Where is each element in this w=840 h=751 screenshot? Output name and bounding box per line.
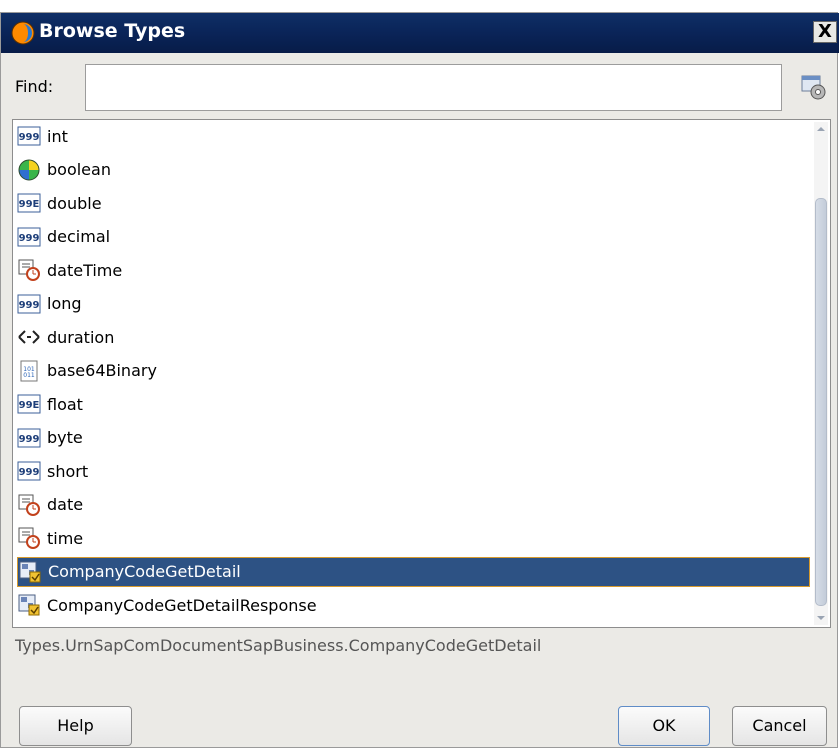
date-clock-icon bbox=[17, 526, 41, 550]
type-list-item-decimal[interactable]: 999 decimal bbox=[17, 222, 810, 252]
svg-text:999: 999 bbox=[19, 233, 40, 244]
find-label: Find: bbox=[15, 77, 54, 96]
type-list-item-label: short bbox=[47, 461, 89, 481]
selected-type-path: Types.UrnSapComDocumentSapBusiness.Compa… bbox=[15, 636, 542, 655]
svg-text:999: 999 bbox=[19, 467, 40, 478]
svg-text:99E: 99E bbox=[19, 199, 40, 210]
numeric-999-icon: 999 bbox=[17, 292, 41, 316]
boolean-ball-icon bbox=[17, 158, 41, 182]
scroll-thumb[interactable] bbox=[815, 198, 827, 606]
type-list-item-CompanyCodeGetDetailResponse[interactable]: CompanyCodeGetDetailResponse bbox=[17, 590, 810, 620]
numeric-999-icon: 999 bbox=[17, 459, 41, 483]
type-list-item-label: byte bbox=[47, 428, 83, 447]
svg-text:999: 999 bbox=[19, 132, 40, 143]
list-scrollbar[interactable] bbox=[814, 122, 828, 625]
numeric-999-icon: 999 bbox=[17, 225, 41, 249]
type-list-item-label: long bbox=[47, 294, 82, 313]
date-clock-icon bbox=[17, 493, 41, 517]
svg-text:99E: 99E bbox=[19, 400, 40, 411]
numeric-99e-icon: 99E bbox=[17, 392, 41, 416]
binary-file-icon: 101 011 bbox=[17, 359, 41, 383]
complex-type-icon bbox=[17, 593, 41, 617]
help-button[interactable]: Help bbox=[19, 706, 132, 746]
type-list-item-label: CompanyCodeGetDetail bbox=[48, 562, 241, 581]
type-list-item-double[interactable]: 99E double bbox=[17, 188, 810, 218]
browse-types-dialog: Browse Types X Find: 999 int boolean 99E dou… bbox=[0, 12, 839, 748]
type-list-item-label: boolean bbox=[47, 160, 111, 179]
type-list-item-date[interactable]: date bbox=[17, 490, 810, 520]
numeric-999-icon: 999 bbox=[17, 426, 41, 450]
window-title: Browse Types bbox=[39, 20, 186, 42]
title-bar[interactable]: Browse Types X bbox=[1, 13, 839, 53]
type-list-item-time[interactable]: time bbox=[17, 523, 810, 553]
type-list-item-dateTime[interactable]: dateTime bbox=[17, 255, 810, 285]
filter-settings-icon[interactable] bbox=[799, 73, 829, 103]
type-list-item-label: date bbox=[47, 495, 84, 514]
svg-text:999: 999 bbox=[19, 434, 40, 445]
scroll-down-icon[interactable] bbox=[814, 611, 828, 625]
complex-type-icon bbox=[18, 560, 42, 584]
close-button[interactable]: X bbox=[813, 21, 837, 43]
type-list-item-long[interactable]: 999 long bbox=[17, 289, 810, 319]
type-list-item-label: double bbox=[47, 193, 102, 213]
type-list-item-float[interactable]: 99E float bbox=[17, 389, 810, 419]
types-list[interactable]: 999 int boolean 99E double 999 decimal dateTime… bbox=[12, 119, 831, 628]
ok-button[interactable]: OK bbox=[618, 706, 710, 746]
app-logo-icon bbox=[11, 21, 35, 45]
type-list-item-label: decimal bbox=[47, 227, 111, 246]
type-list-item-label: dateTime bbox=[47, 260, 123, 280]
numeric-99e-icon: 99E bbox=[17, 191, 41, 215]
type-list-item-CompanyCodeGetDetail[interactable]: CompanyCodeGetDetail bbox=[17, 556, 810, 587]
find-input[interactable] bbox=[85, 64, 782, 111]
duration-arrows-icon bbox=[17, 325, 41, 349]
cancel-button[interactable]: Cancel bbox=[732, 706, 827, 746]
numeric-999-icon: 999 bbox=[17, 124, 41, 148]
type-list-item-boolean[interactable]: boolean bbox=[17, 155, 810, 185]
svg-text:999: 999 bbox=[19, 300, 40, 311]
type-list-item-label: float bbox=[47, 394, 83, 414]
type-list-item-int[interactable]: 999 int bbox=[17, 121, 810, 151]
type-list-item-short[interactable]: 999 short bbox=[17, 456, 810, 486]
date-clock-icon bbox=[17, 258, 41, 282]
scroll-up-icon[interactable] bbox=[814, 122, 828, 136]
type-list-item-label: duration bbox=[47, 327, 115, 347]
type-list-item-byte[interactable]: 999 byte bbox=[17, 423, 810, 453]
svg-text:011: 011 bbox=[23, 372, 35, 379]
type-list-item-label: base64Binary bbox=[47, 361, 157, 380]
type-list-item-label: time bbox=[47, 528, 84, 548]
type-list-item-label: CompanyCodeGetDetailResponse bbox=[47, 595, 317, 615]
type-list-item-duration[interactable]: duration bbox=[17, 322, 810, 352]
type-list-item-label: int bbox=[47, 126, 68, 146]
type-list-item-base64Binary[interactable]: 101 011 base64Binary bbox=[17, 356, 810, 386]
